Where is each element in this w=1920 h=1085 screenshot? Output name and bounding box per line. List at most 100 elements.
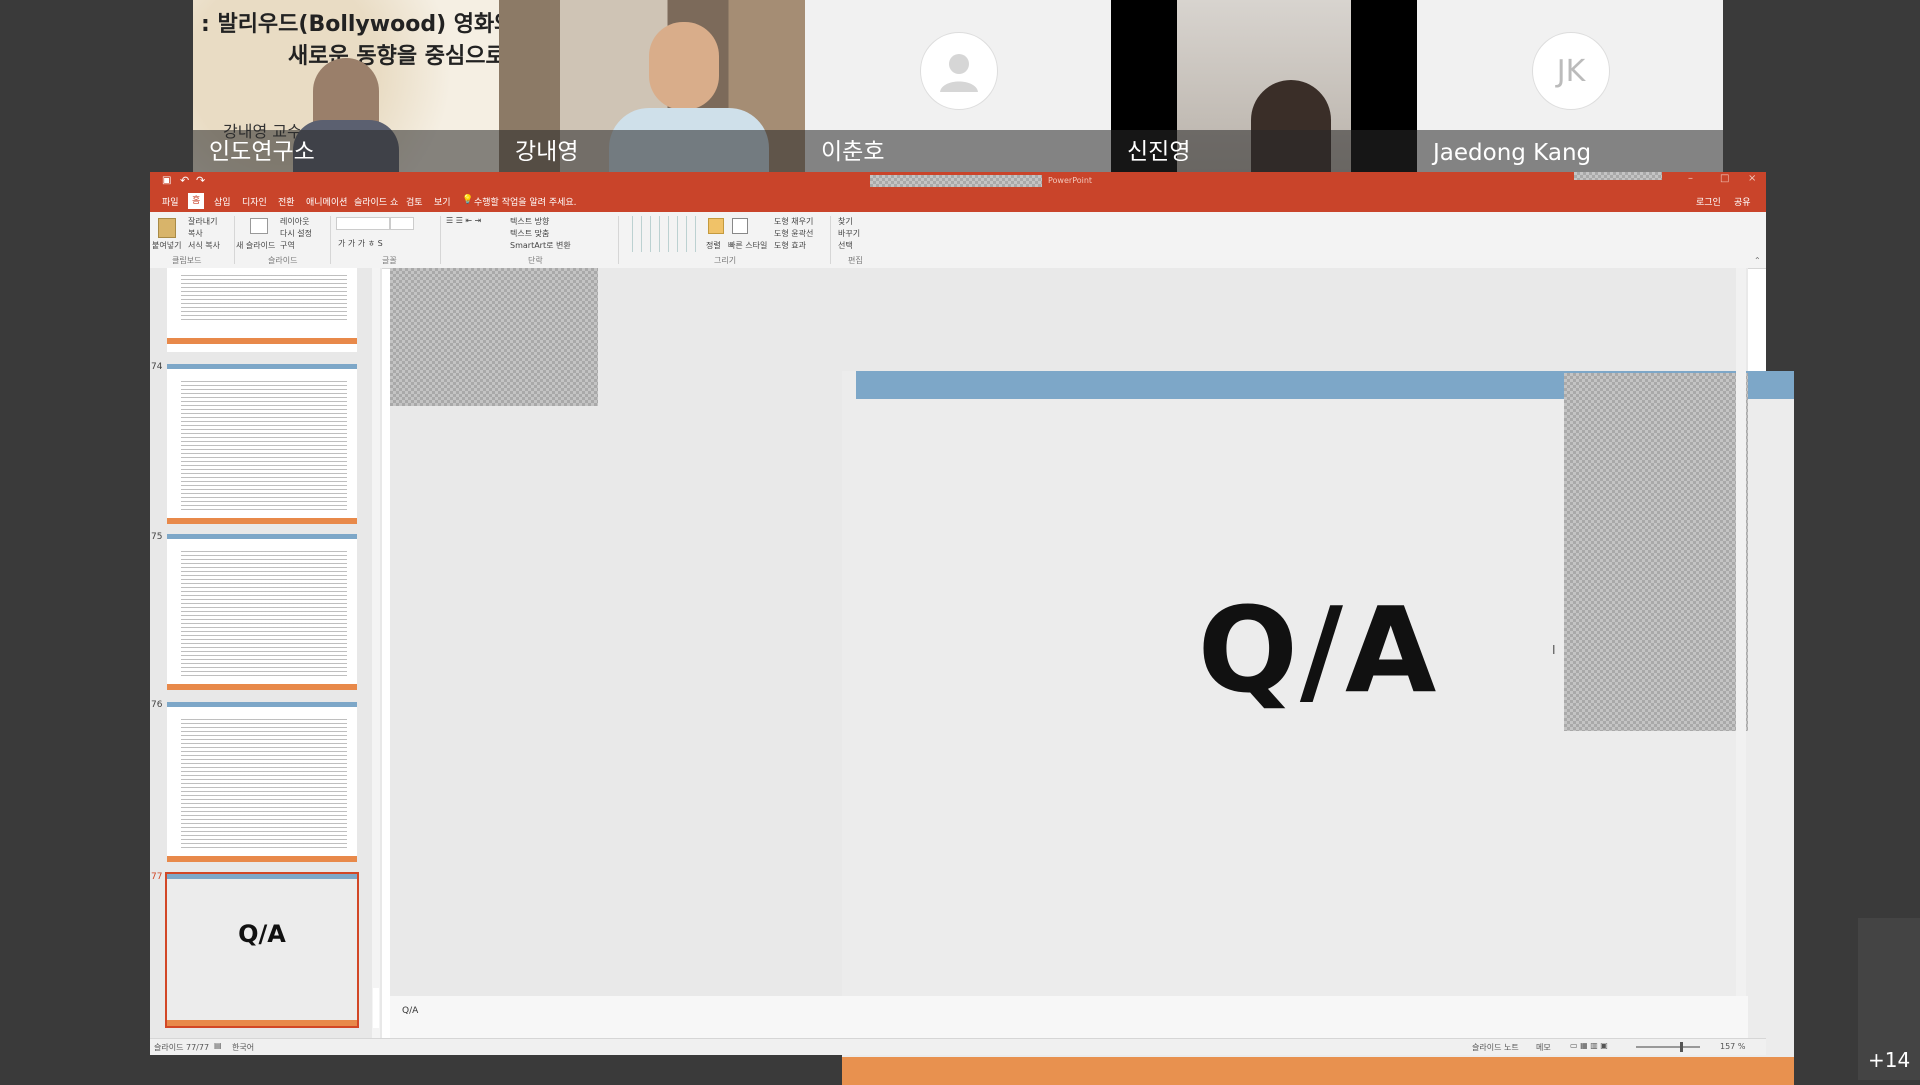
redacted-region: [390, 268, 598, 406]
participant-tile-jaedongkang[interactable]: JK Jaedong Kang: [1417, 0, 1723, 172]
participant-tile-shinjinyoung[interactable]: 신진영: [1111, 0, 1417, 172]
spellcheck-icon[interactable]: ▤: [214, 1041, 222, 1050]
group-paragraph: 단락: [528, 256, 543, 265]
slide-number: 76: [151, 700, 163, 710]
slide-editor: Q/A I: [390, 268, 1794, 1085]
notes-pane[interactable]: Q/A: [390, 996, 1748, 1038]
lightbulb-icon: 💡: [462, 195, 474, 205]
slide-bottom-band: [842, 1057, 1794, 1085]
redo-icon[interactable]: ↷: [196, 174, 205, 187]
participant-tile-leechunho[interactable]: 이춘호: [805, 0, 1111, 172]
group-clipboard: 클립보드: [172, 256, 202, 265]
editor-scrollbar[interactable]: [1736, 268, 1746, 1038]
copy-button[interactable]: 복사: [188, 228, 203, 239]
minimize-icon[interactable]: –: [1688, 173, 1693, 184]
new-slide-icon[interactable]: [250, 218, 268, 234]
group-editing: 편집: [848, 256, 863, 265]
replace-button[interactable]: 바꾸기: [838, 228, 860, 239]
tab-insert[interactable]: 삽입: [214, 195, 231, 208]
shapes-gallery[interactable]: [624, 216, 700, 252]
ribbon: 붙여넣기 잘라내기 복사 서식 복사 클립보드 새 슬라이드 레이아웃 다시 설…: [150, 212, 1766, 269]
zoom-slider[interactable]: [1636, 1042, 1700, 1052]
participant-name: 이춘호: [821, 139, 885, 165]
speaker-face: [649, 22, 719, 110]
participant-name: 인도연구소: [209, 139, 315, 165]
smartart-button[interactable]: SmartArt로 변환: [510, 240, 571, 251]
thumbnail-scrollbar[interactable]: [372, 268, 380, 1038]
group-slides: 슬라이드: [268, 256, 298, 265]
view-buttons[interactable]: ▭ ▦ ▥ ▣: [1570, 1041, 1608, 1050]
signin-link[interactable]: 로그인: [1696, 195, 1721, 208]
align-text-button[interactable]: 텍스트 맞춤: [510, 228, 549, 239]
slide-thumbnail[interactable]: 74: [151, 362, 357, 524]
cut-button[interactable]: 잘라내기: [188, 216, 217, 227]
select-button[interactable]: 선택: [838, 240, 853, 251]
language-label[interactable]: 한국어: [232, 1042, 254, 1053]
share-button[interactable]: 공유: [1734, 195, 1751, 208]
quick-styles-button[interactable]: 빠른 스타일: [728, 240, 767, 251]
arrange-icon[interactable]: [708, 218, 724, 234]
slide-thumbnail[interactable]: 76: [151, 700, 357, 862]
paste-icon[interactable]: [158, 218, 176, 238]
redacted-title: [870, 175, 1042, 187]
redacted-region: [1564, 373, 1748, 731]
initials-avatar: JK: [1532, 32, 1610, 110]
slide-thumbnail[interactable]: 75: [151, 532, 357, 690]
tab-home[interactable]: 홈: [188, 193, 205, 209]
user-avatar-icon: [920, 32, 998, 110]
tab-transitions[interactable]: 전환: [278, 195, 295, 208]
participant-tile-kangnaeyoung[interactable]: 강내영: [499, 0, 805, 172]
participant-name: Jaedong Kang: [1433, 140, 1592, 166]
notes-text: Q/A: [402, 1006, 419, 1016]
collapse-ribbon-icon[interactable]: ⌃: [1754, 256, 1761, 265]
shape-effects-button[interactable]: 도형 효과: [774, 240, 806, 251]
font-size-box[interactable]: [390, 217, 414, 230]
close-icon[interactable]: ×: [1748, 173, 1756, 184]
shape-fill-button[interactable]: 도형 채우기: [774, 216, 813, 227]
banner-line-2: 새로운 동향을 중심으로: [288, 44, 499, 69]
more-participants-count: +14: [1868, 1048, 1911, 1072]
format-painter-button[interactable]: 서식 복사: [188, 240, 220, 251]
slide-thumbnail[interactable]: [167, 268, 357, 352]
tab-review[interactable]: 검토: [406, 195, 423, 208]
paste-button[interactable]: 붙여넣기: [152, 240, 181, 251]
reset-button[interactable]: 다시 설정: [280, 228, 312, 239]
arrange-button[interactable]: 정렬: [706, 240, 721, 251]
find-button[interactable]: 찾기: [838, 216, 853, 227]
redacted-account: [1574, 172, 1662, 180]
banner-line-1: : 발리우드(Bollywood) 영화와: [201, 12, 499, 37]
tab-slideshow[interactable]: 슬라이드 쇼: [354, 195, 398, 208]
new-slide-button[interactable]: 새 슬라이드: [236, 240, 275, 251]
shape-outline-button[interactable]: 도형 윤곽선: [774, 228, 813, 239]
font-name-box[interactable]: [336, 217, 390, 230]
save-icon[interactable]: ▣: [162, 175, 171, 186]
more-participants-panel[interactable]: +14: [1858, 918, 1920, 1080]
undo-icon[interactable]: ↶: [180, 174, 189, 187]
tab-file[interactable]: 파일: [162, 195, 179, 208]
list-icons[interactable]: ☰ ☰ ⇤ ⇥: [446, 216, 481, 225]
slide-thumbnail-selected[interactable]: 77 Q/A: [151, 872, 359, 1028]
thumbnail-title: Q/A: [238, 920, 286, 948]
status-bar: 슬라이드 77/77 ▤ 한국어 슬라이드 노트 메모 ▭ ▦ ▥ ▣ 157 …: [150, 1038, 1766, 1055]
quick-styles-icon[interactable]: [732, 218, 748, 234]
section-button[interactable]: 구역: [280, 240, 295, 251]
tab-design[interactable]: 디자인: [242, 195, 267, 208]
text-direction-button[interactable]: 텍스트 방향: [510, 216, 549, 227]
font-format-icons[interactable]: 가 가 가 ㅎ S: [338, 238, 383, 249]
group-font: 글꼴: [382, 256, 397, 265]
zoom-level[interactable]: 157 %: [1720, 1042, 1745, 1051]
slide-number: 77: [151, 872, 163, 882]
tab-animations[interactable]: 애니메이션: [306, 195, 347, 208]
comments-toggle[interactable]: 메모: [1536, 1042, 1551, 1053]
slide-thumbnails-pane: 74 75 76 77 Q/A: [150, 268, 382, 1038]
layout-button[interactable]: 레이아웃: [280, 216, 309, 227]
title-bar: ▣ ↶ ↷ PowerPoint – □ ×: [150, 172, 1766, 190]
maximize-icon[interactable]: □: [1720, 173, 1729, 184]
slide-number: 74: [151, 362, 163, 372]
participant-name: 강내영: [515, 139, 579, 165]
notes-toggle[interactable]: 슬라이드 노트: [1472, 1042, 1519, 1053]
app-name: PowerPoint: [1048, 176, 1093, 185]
tell-me-box[interactable]: 수행할 작업을 알려 주세요.: [474, 195, 577, 208]
participant-tile-indoresearch[interactable]: : 발리우드(Bollywood) 영화와 새로운 동향을 중심으로 강내영 교…: [193, 0, 499, 172]
tab-view[interactable]: 보기: [434, 195, 451, 208]
